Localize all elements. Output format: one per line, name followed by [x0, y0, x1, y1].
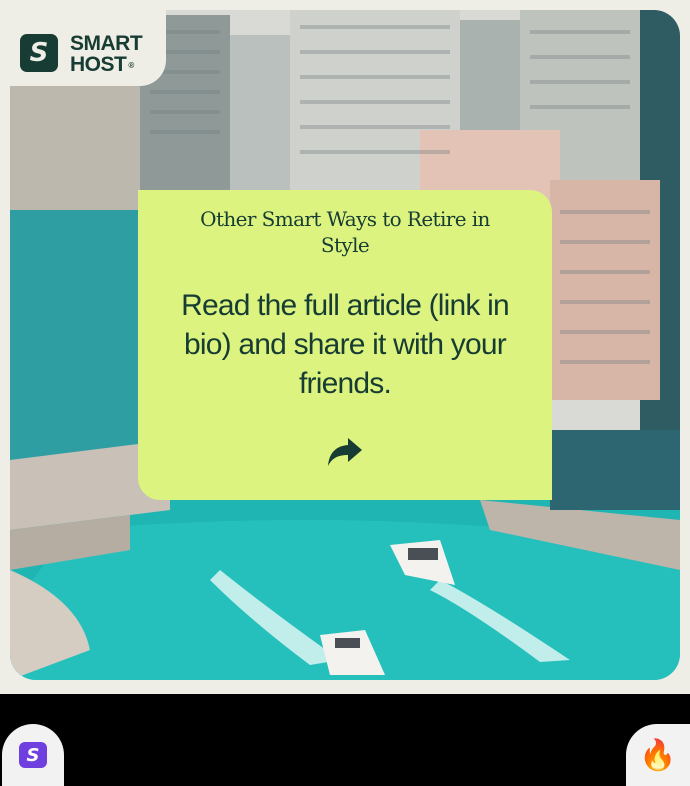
brand-name-line2: HOST [70, 53, 127, 76]
fire-reaction-button[interactable]: 🔥 [626, 724, 690, 786]
post-card: S SMART HOST ® Other Smart Ways to Retire… [0, 0, 690, 694]
registered-mark: ® [128, 60, 134, 70]
smart-host-logo-icon: S [20, 34, 58, 72]
brand-wordmark: SMART HOST ® [70, 32, 143, 76]
logo-tab: S SMART HOST ® [0, 0, 166, 86]
smart-host-avatar-icon: S [19, 742, 47, 768]
message-card: Other Smart Ways to Retire in Style Read… [138, 190, 552, 500]
brand-name-line1: SMART [70, 32, 143, 55]
card-body: Read the full article (link in bio) and … [181, 289, 510, 400]
card-heading: Other Smart Ways to Retire in Style [200, 207, 490, 257]
fire-icon: 🔥 [639, 737, 677, 773]
profile-avatar-button[interactable]: S [2, 724, 64, 786]
share-arrow-icon[interactable] [326, 436, 364, 468]
